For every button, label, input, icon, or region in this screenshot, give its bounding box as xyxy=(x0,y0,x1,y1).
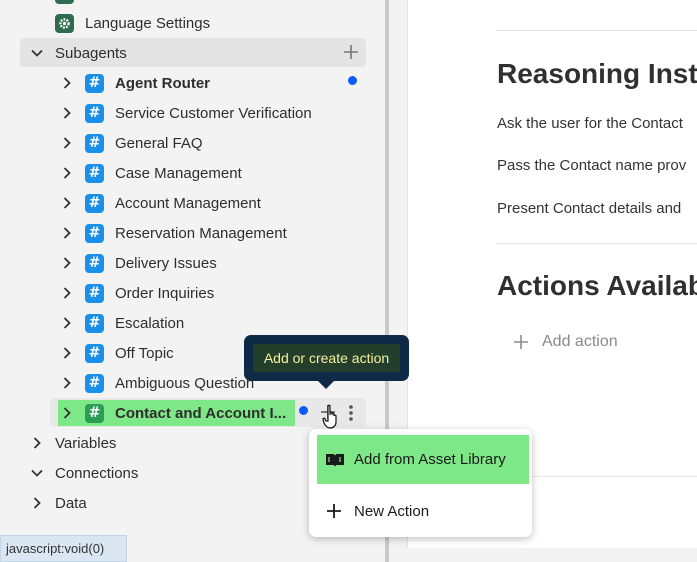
add-action-button[interactable]: Add action xyxy=(512,333,618,351)
sidebar-item[interactable]: # Service Customer Verification xyxy=(59,99,312,127)
sidebar-item-language-settings[interactable]: Language Settings xyxy=(55,9,210,37)
chevron-right-icon xyxy=(29,495,45,511)
sidebar-item[interactable]: # Off Topic xyxy=(59,339,174,367)
hash-icon: # xyxy=(85,283,104,303)
chevron-right-icon xyxy=(59,405,75,421)
sidebar-item[interactable]: # Order Inquiries xyxy=(59,279,214,307)
instruction-line: Ask the user for the Contact xyxy=(497,115,683,132)
chevron-right-icon xyxy=(59,75,75,91)
sidebar-item[interactable]: # Delivery Issues xyxy=(59,249,217,277)
sidebar-item[interactable]: # Case Management xyxy=(59,159,242,187)
add-action-menu: Add from Asset Library New Action xyxy=(309,429,532,537)
add-action-label: Add action xyxy=(542,333,618,350)
gear-icon xyxy=(55,13,74,33)
unsaved-dot xyxy=(348,76,357,85)
menu-item-new-action[interactable]: New Action xyxy=(317,491,529,531)
unsaved-dot xyxy=(299,406,308,415)
sidebar-section-connections[interactable]: Connections xyxy=(29,459,138,487)
item-label: Contact and Account I... xyxy=(115,404,287,422)
instruction-line: Pass the Contact name prov xyxy=(497,157,687,174)
item-label: Off Topic xyxy=(115,344,174,362)
chevron-right-icon xyxy=(59,375,75,391)
item-label: General FAQ xyxy=(115,134,203,152)
divider xyxy=(496,243,697,244)
actions-heading: Actions Availab xyxy=(497,270,697,301)
sidebar-item-contact-and-account[interactable]: # Contact and Account I... xyxy=(59,399,286,427)
instruction-line: Present Contact details and xyxy=(497,200,682,217)
item-label: Escalation xyxy=(115,314,185,332)
divider xyxy=(496,30,697,31)
item-label: Reservation Management xyxy=(115,224,287,242)
data-label: Data xyxy=(55,494,87,512)
sidebar-item[interactable]: # Reservation Management xyxy=(59,219,287,247)
chevron-down-icon xyxy=(29,465,45,481)
add-from-library-label: Add from Asset Library xyxy=(354,451,506,468)
variables-label: Variables xyxy=(55,434,117,452)
sidebar-item[interactable]: # Ambiguous Question xyxy=(59,369,254,397)
sidebar-item[interactable]: # General FAQ xyxy=(59,129,203,157)
menu-item-add-from-library[interactable]: Add from Asset Library xyxy=(317,435,529,484)
hash-icon: # xyxy=(85,223,104,243)
hash-icon: # xyxy=(85,253,104,273)
item-label: Delivery Issues xyxy=(115,254,217,272)
chevron-right-icon xyxy=(59,315,75,331)
connections-label: Connections xyxy=(55,464,139,482)
chevron-right-icon xyxy=(59,135,75,151)
plus-icon xyxy=(514,335,528,349)
chevron-right-icon xyxy=(29,435,45,451)
hash-icon: # xyxy=(85,343,104,363)
sidebar-section-data[interactable]: Data xyxy=(29,489,87,517)
subagents-label: Subagents xyxy=(55,44,127,62)
hash-icon: # xyxy=(85,73,104,93)
hash-icon: # xyxy=(85,103,104,123)
sidebar-section-variables[interactable]: Variables xyxy=(29,429,116,457)
hash-icon: # xyxy=(85,403,104,423)
chevron-right-icon xyxy=(59,225,75,241)
hash-icon: # xyxy=(85,193,104,213)
item-label: Case Management xyxy=(115,164,242,182)
chevron-right-icon xyxy=(59,285,75,301)
plus-icon xyxy=(325,501,345,521)
hash-icon: # xyxy=(85,163,104,183)
subagents-toggle[interactable]: Subagents xyxy=(29,39,127,67)
tooltip-arrow xyxy=(317,380,335,389)
sidebar-item[interactable]: # Account Management xyxy=(59,189,261,217)
hash-icon: # xyxy=(85,373,104,393)
chevron-right-icon xyxy=(59,105,75,121)
status-bar: javascript:void(0) xyxy=(0,535,127,562)
new-action-label: New Action xyxy=(354,502,430,520)
chevron-down-icon xyxy=(29,45,45,61)
settings-icon-partial xyxy=(55,0,74,4)
sidebar-item[interactable]: # Escalation xyxy=(59,309,184,337)
tooltip-text: Add or create action xyxy=(253,344,400,372)
item-label: Ambiguous Question xyxy=(115,374,255,392)
hand-cursor-icon xyxy=(322,404,340,430)
chevron-right-icon xyxy=(59,165,75,181)
language-settings-label: Language Settings xyxy=(85,14,211,32)
item-label: Order Inquiries xyxy=(115,284,215,302)
chevron-right-icon xyxy=(59,345,75,361)
reasoning-heading: Reasoning Inst xyxy=(497,58,697,89)
hash-icon: # xyxy=(85,133,104,153)
hash-icon: # xyxy=(85,313,104,333)
book-icon xyxy=(325,450,345,470)
chevron-right-icon xyxy=(59,255,75,271)
item-label: Account Management xyxy=(115,194,261,212)
tooltip: Add or create action xyxy=(244,335,409,389)
item-label: Service Customer Verification xyxy=(115,104,312,122)
add-subagent-icon[interactable] xyxy=(342,43,360,61)
more-options-icon[interactable] xyxy=(347,403,355,423)
item-label: Agent Router xyxy=(115,74,210,92)
sidebar-item[interactable]: # Agent Router xyxy=(59,69,210,97)
chevron-right-icon xyxy=(59,195,75,211)
